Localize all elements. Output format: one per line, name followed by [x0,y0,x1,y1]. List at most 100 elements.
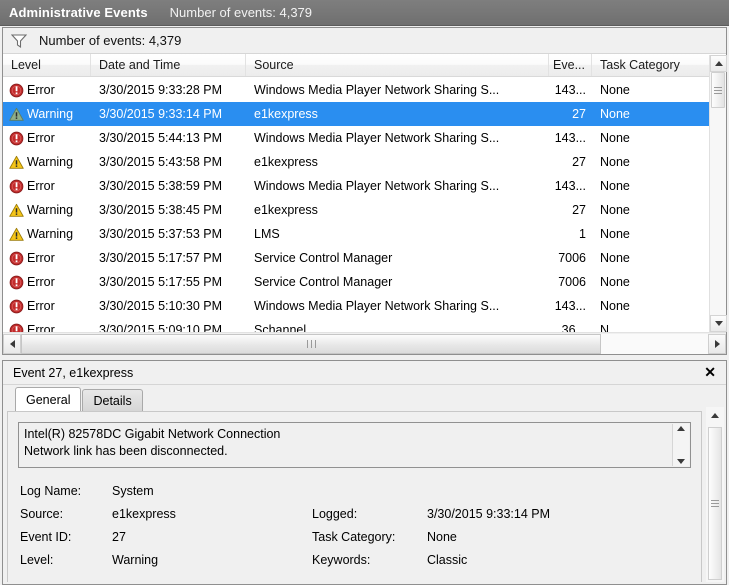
field-value: Warning [112,553,159,567]
table-row[interactable]: Error 3/30/2015 5:09:10 PM Schannel 36... N.… [3,318,709,332]
titlebar: Administrative Events Number of events: … [0,0,729,26]
field-label-secondary: Keywords: [312,553,371,567]
scroll-left-button[interactable] [3,333,21,354]
event-description-box[interactable]: Intel(R) 82578DC Gigabit Network Connect… [18,422,691,468]
cell-task-category: None [600,107,630,121]
scroll-down-button[interactable] [710,315,727,332]
table-row[interactable]: Warning 3/30/2015 5:38:45 PM e1kexpress 27 N… [3,198,709,222]
cell-date-time: 3/30/2015 5:44:13 PM [99,131,223,145]
error-icon [9,323,24,332]
horizontal-scroll-track[interactable] [21,333,708,354]
chevron-down-icon [714,321,723,326]
list-horizontal-scrollbar[interactable] [3,332,726,354]
table-row[interactable]: Warning 3/30/2015 9:33:14 PM e1kexpress 27 N… [3,102,709,126]
cell-level: Error [3,131,91,146]
cell-source: Schannel [254,323,307,332]
error-icon [9,251,24,266]
cell-event-id: 7006 [558,251,586,265]
table-row[interactable]: Warning 3/30/2015 5:43:58 PM e1kexpress 27 N… [3,150,709,174]
cell-event-id: 143... [554,299,586,313]
scroll-right-button[interactable] [708,333,726,354]
cell-level-text: Warning [27,107,74,121]
details-scroll-thumb[interactable] [708,427,722,580]
column-header-level[interactable]: Level [3,54,91,76]
cell-source: e1kexpress [254,203,318,217]
cell-event-id: 143... [554,131,586,145]
table-row[interactable]: Error 3/30/2015 9:33:28 PM Windows Media P… [3,78,709,102]
field-label: Log Name: [20,484,82,498]
column-header-date[interactable]: Date and Time [91,54,246,76]
table-row[interactable]: Error 3/30/2015 5:10:30 PM Windows Media P… [3,294,709,318]
field-value: System [112,484,154,498]
cell-date-time: 3/30/2015 5:38:59 PM [99,179,223,193]
field-value: e1kexpress [112,507,176,521]
cell-source: Service Control Manager [254,251,393,265]
field-value-secondary: None [427,530,457,544]
cell-date-time: 3/30/2015 5:17:57 PM [99,251,223,265]
cell-event-id: 1 [579,227,586,241]
cell-task-category: None [600,131,630,145]
cell-event-id: 143... [554,179,586,193]
cell-source: e1kexpress [254,107,318,121]
cell-event-id: 7006 [558,275,586,289]
cell-source: Service Control Manager [254,275,393,289]
table-row[interactable]: Warning 3/30/2015 5:37:53 PM LMS 1 None [3,222,709,246]
column-headers: Level Date and Time Source Eve... Task C… [3,54,726,77]
cell-task-category: None [600,299,630,313]
field-row: Event ID: 27 Task Category: None [20,526,701,549]
cell-level: Error [3,83,91,98]
chevron-down-icon[interactable] [677,459,685,464]
cell-task-category: None [600,155,630,169]
tab-general[interactable]: General [15,387,82,411]
field-value: 27 [112,530,126,544]
tab-details[interactable]: Details [82,389,143,411]
filter-bar[interactable]: Number of events: 4,379 [3,28,726,54]
field-label-secondary [312,480,427,503]
scroll-up-button[interactable] [710,55,727,72]
list-vertical-scrollbar[interactable] [709,55,727,332]
error-icon [9,299,24,314]
warning-icon [9,203,24,218]
cell-event-id: 143... [554,83,586,97]
table-row[interactable]: Error 3/30/2015 5:17:55 PM Service Control… [3,270,709,294]
table-row[interactable]: Error 3/30/2015 5:17:57 PM Service Control… [3,246,709,270]
titlebar-event-count: Number of events: 4,379 [169,5,313,20]
chevron-left-icon [9,339,15,348]
field-value-secondary [427,480,627,503]
cell-task-category: None [600,227,630,241]
cell-event-id: 36... [561,323,586,332]
horizontal-scroll-thumb[interactable] [21,333,601,354]
close-icon[interactable]: ✕ [700,364,720,381]
cell-event-id: 27 [572,107,586,121]
funnel-icon [10,33,28,48]
cell-date-time: 3/30/2015 5:43:58 PM [99,155,223,169]
cell-level: Warning [3,227,91,242]
field-label-secondary: Task Category: [312,530,396,544]
cell-task-category: None [600,179,630,193]
cell-level-text: Error [27,251,55,265]
field-label: Level: [20,553,54,567]
cell-level-text: Warning [27,203,74,217]
cell-level: Error [3,179,91,194]
list-scroll-thumb[interactable] [711,72,725,108]
description-scrollbar[interactable] [672,424,689,466]
error-icon [9,83,24,98]
field-row: Level: Warning Keywords: Classic [20,549,701,572]
error-icon [9,131,24,146]
cell-level: Warning [3,107,91,122]
cell-date-time: 3/30/2015 5:37:53 PM [99,227,223,241]
grip-icon [714,85,722,96]
cell-task-category: None [600,251,630,265]
details-scroll-up-button[interactable] [707,407,723,423]
column-header-event-id[interactable]: Eve... [549,54,592,76]
cell-event-id: 27 [572,155,586,169]
table-row[interactable]: Error 3/30/2015 5:38:59 PM Windows Media P… [3,174,709,198]
list-scroll-track[interactable] [710,72,726,315]
cell-level-text: Warning [27,227,74,241]
column-header-task-category[interactable]: Task Category [592,54,696,76]
cell-level: Error [3,323,91,332]
table-row[interactable]: Error 3/30/2015 5:44:13 PM Windows Media P… [3,126,709,150]
details-vertical-scrollbar[interactable] [706,407,724,582]
column-header-source[interactable]: Source [246,54,549,76]
chevron-up-icon[interactable] [677,426,685,431]
